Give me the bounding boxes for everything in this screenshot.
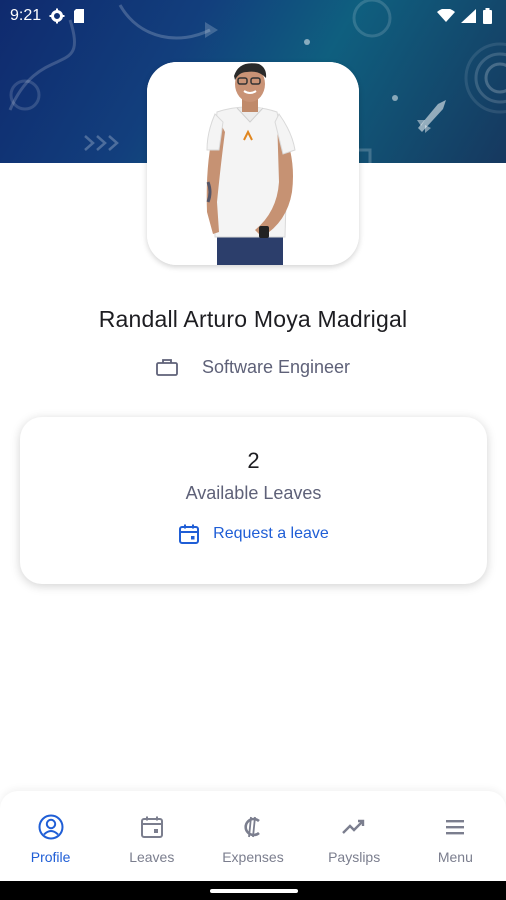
nav-item-profile[interactable]: Profile <box>3 791 99 865</box>
trending-up-icon <box>342 819 365 834</box>
colon-currency-icon <box>244 816 260 838</box>
profile-photo <box>147 62 359 265</box>
home-gesture-handle[interactable] <box>210 889 298 893</box>
nav-label-expenses: Expenses <box>222 849 284 865</box>
menu-icon <box>446 820 465 835</box>
bottom-navigation: Profile Leaves Expenses Payslips Menu <box>0 791 506 881</box>
nav-item-expenses[interactable]: Expenses <box>205 791 301 865</box>
nav-label-menu: Menu <box>437 849 473 865</box>
settings-gear-icon <box>49 8 65 24</box>
sim-card-icon <box>74 9 85 23</box>
calendar-icon <box>179 524 200 544</box>
battery-icon <box>483 8 492 24</box>
profile-name: Randall Arturo Moya Madrigal <box>98 306 408 332</box>
available-leaves-card: 2 Available Leaves Request a leave <box>20 417 487 584</box>
wifi-icon <box>437 9 455 22</box>
nav-item-leaves[interactable]: Leaves <box>104 791 200 865</box>
request-leave-button[interactable]: Request a leave <box>20 521 487 547</box>
available-leaves-label: Available Leaves <box>185 483 322 503</box>
nav-item-menu[interactable]: Menu <box>407 791 503 865</box>
available-leaves-count: 2 <box>247 448 260 473</box>
job-title-row: Software Engineer <box>0 354 506 380</box>
nav-label-payslips: Payslips <box>328 849 381 865</box>
nav-label-leaves: Leaves <box>129 849 175 865</box>
request-leave-label: Request a leave <box>213 525 329 542</box>
status-time: 9:21 <box>10 7 42 24</box>
nav-item-payslips[interactable]: Payslips <box>306 791 402 865</box>
job-title: Software Engineer <box>201 356 351 377</box>
status-bar: 9:21 <box>0 0 506 32</box>
profile-avatar <box>147 62 359 265</box>
nav-label-profile: Profile <box>30 849 71 865</box>
briefcase-icon <box>156 359 178 376</box>
cell-signal-icon <box>461 9 476 23</box>
profile-icon <box>38 814 64 840</box>
calendar-icon <box>140 816 163 838</box>
